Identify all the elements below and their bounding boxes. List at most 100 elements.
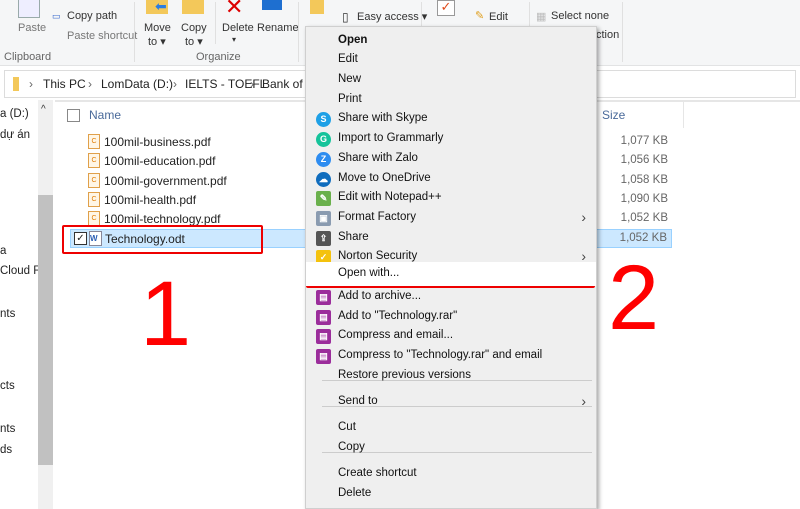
- delete-button[interactable]: Delete: [222, 22, 254, 34]
- nav-item[interactable]: Cloud Fi: [0, 265, 43, 277]
- menu-item-share[interactable]: ⇪ Share: [306, 228, 596, 248]
- menu-item-share-with-skype[interactable]: S Share with Skype: [306, 109, 596, 129]
- nav-scrollbar-thumb[interactable]: [38, 195, 53, 465]
- move-to-dropdown[interactable]: to ▾: [148, 35, 166, 48]
- paste-button[interactable]: Paste: [18, 22, 46, 34]
- nav-item[interactable]: a (D:): [0, 108, 29, 120]
- file-name: 100mil-education.pdf: [104, 154, 216, 168]
- nav-item[interactable]: cts: [0, 380, 15, 392]
- menu-item-print[interactable]: Print: [306, 90, 596, 110]
- pdf-file-icon: C: [88, 173, 100, 188]
- paste-shortcut-button[interactable]: Paste shortcut: [67, 30, 137, 42]
- menu-item-send-to[interactable]: Send to ›: [306, 392, 596, 412]
- file-name: 100mil-business.pdf: [104, 135, 211, 149]
- navigation-pane: a (D:) dự án a Cloud Fi nts cts nts ds: [0, 100, 43, 509]
- menu-item-cut[interactable]: Cut: [306, 418, 596, 438]
- organize-group-label: Organize: [196, 51, 241, 63]
- menu-item-label: Share with Skype: [338, 112, 428, 124]
- menu-item-label: Norton Security: [338, 250, 418, 262]
- breadcrumb-this-pc[interactable]: This PC: [43, 77, 86, 91]
- nav-item[interactable]: nts: [0, 308, 15, 320]
- submenu-chevron-icon: ›: [581, 393, 586, 409]
- menu-item-compress-and-email[interactable]: ▤ Compress and email...: [306, 326, 596, 346]
- breadcrumb-ielts[interactable]: IELTS - TOEFL: [185, 77, 266, 91]
- annotation-step-1: 1: [140, 263, 192, 365]
- menu-item-move-to-onedrive[interactable]: ☁ Move to OneDrive: [306, 169, 596, 189]
- delete-icon: ✕: [225, 0, 244, 19]
- breadcrumb-lomdata[interactable]: LomData (D:): [101, 77, 173, 91]
- skype-icon: S: [316, 112, 331, 127]
- menu-item-delete[interactable]: Delete: [306, 484, 596, 504]
- menu-item-label: Share: [338, 231, 369, 243]
- nav-item[interactable]: a: [0, 245, 6, 257]
- menu-item-open-with[interactable]: Open with...: [306, 262, 596, 286]
- move-to-button[interactable]: Move: [144, 22, 171, 34]
- pdf-file-icon: C: [88, 153, 100, 168]
- menu-item-compress-to-technology-rar-and-email[interactable]: ▤ Compress to "Technology.rar" and email: [306, 346, 596, 366]
- copy-to-dropdown[interactable]: to ▾: [185, 35, 203, 48]
- menu-item-label: Format Factory: [338, 211, 416, 223]
- menu-item-add-to-archive[interactable]: ▤ Add to archive...: [306, 287, 596, 307]
- menu-item-label: Open with...: [338, 267, 400, 279]
- share-icon: ⇪: [316, 231, 331, 246]
- menu-item-label: Import to Grammarly: [338, 132, 444, 144]
- properties-icon: ✓: [437, 0, 455, 16]
- menu-item-open[interactable]: Open: [306, 31, 596, 51]
- menu-item-label: Copy: [338, 441, 365, 453]
- menu-item-label: Compress and email...: [338, 329, 454, 341]
- select-none-icon: ▦: [536, 11, 547, 23]
- winrar-icon: ▤: [316, 290, 331, 305]
- file-size: 1,090 KB: [620, 193, 668, 205]
- invert-selection-button[interactable]: ction: [596, 29, 619, 41]
- winrar-icon: ▤: [316, 310, 331, 325]
- file-size: 1,052 KB: [620, 212, 668, 224]
- edit-button[interactable]: Edit: [489, 11, 508, 23]
- menu-item-edit[interactable]: Edit: [306, 50, 596, 70]
- onedrive-icon: ☁: [316, 172, 331, 187]
- annotation-box-1: [62, 225, 263, 254]
- file-size: 1,077 KB: [620, 135, 668, 147]
- menu-item-label: Move to OneDrive: [338, 172, 431, 184]
- select-all-checkbox[interactable]: [67, 109, 80, 122]
- nav-item[interactable]: nts: [0, 423, 15, 435]
- copy-path-button[interactable]: Copy path: [67, 10, 117, 22]
- file-name: 100mil-government.pdf: [104, 174, 227, 188]
- menu-item-format-factory[interactable]: ▣ Format Factory ›: [306, 208, 596, 228]
- menu-item-import-to-grammarly[interactable]: G Import to Grammarly: [306, 129, 596, 149]
- menu-item-share-with-zalo[interactable]: Z Share with Zalo: [306, 149, 596, 169]
- menu-item-edit-with-notepad[interactable]: ✎ Edit with Notepad++: [306, 188, 596, 208]
- file-name: 100mil-health.pdf: [104, 193, 197, 207]
- menu-item-new[interactable]: New: [306, 70, 596, 90]
- easy-access-button[interactable]: Easy access ▾: [357, 10, 427, 23]
- pdf-file-icon: C: [88, 192, 100, 207]
- pdf-file-icon: C: [88, 134, 100, 149]
- column-size[interactable]: Size: [602, 108, 625, 122]
- submenu-chevron-icon: ›: [581, 209, 586, 225]
- zalo-icon: Z: [316, 152, 331, 167]
- menu-item-label: Open: [338, 34, 368, 46]
- select-none-button[interactable]: Select none: [551, 10, 609, 22]
- column-name[interactable]: Name: [89, 108, 121, 122]
- pdf-file-icon: C: [88, 211, 100, 226]
- menu-item-copy[interactable]: Copy: [306, 438, 596, 458]
- new-folder-icon: [310, 0, 324, 14]
- folder-icon: [13, 77, 19, 91]
- easy-access-icon: ▯: [342, 10, 349, 24]
- copy-to-button[interactable]: Copy: [181, 22, 207, 34]
- menu-item-label: Edit: [338, 53, 358, 65]
- menu-item-label: Add to "Technology.rar": [338, 310, 458, 322]
- nav-item[interactable]: ds: [0, 444, 12, 456]
- nav-item[interactable]: dự án: [0, 129, 30, 141]
- paste-icon: [18, 0, 40, 18]
- menu-item-label: New: [338, 73, 362, 85]
- menu-item-add-to-technology-rar[interactable]: ▤ Add to "Technology.rar": [306, 307, 596, 327]
- menu-item-label: Print: [338, 93, 362, 105]
- menu-item-restore-previous-versions[interactable]: Restore previous versions: [306, 366, 596, 386]
- menu-item-create-shortcut[interactable]: Create shortcut: [306, 464, 596, 484]
- menu-item-label: Create shortcut: [338, 467, 417, 479]
- file-size: 1,056 KB: [620, 154, 668, 166]
- rename-button[interactable]: Rename: [257, 22, 299, 34]
- menu-item-label: Restore previous versions: [338, 369, 471, 381]
- copy-to-icon: [182, 0, 204, 14]
- delete-dropdown[interactable]: ▾: [232, 35, 236, 44]
